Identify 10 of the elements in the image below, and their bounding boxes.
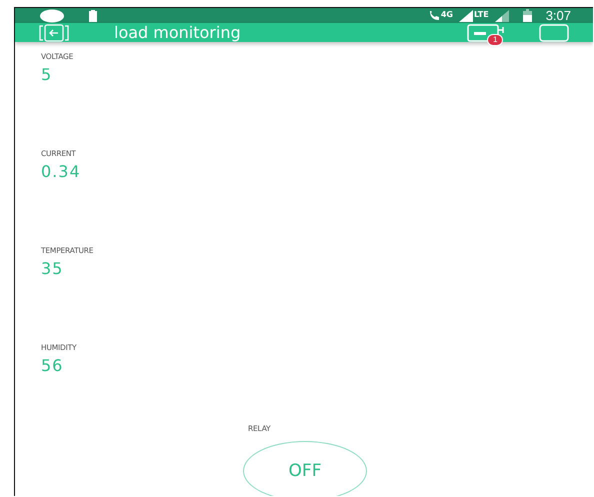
display-value: 56 xyxy=(41,356,64,375)
display-value: 5 xyxy=(41,65,54,84)
network-label: LTE xyxy=(474,10,489,19)
network-label: 4G xyxy=(440,10,453,19)
display-value: 35 xyxy=(41,259,64,278)
notification-badge: 1 xyxy=(487,34,504,46)
app-title: load monitoring xyxy=(114,23,241,42)
clock: 3:07 xyxy=(546,8,571,23)
relay-button[interactable]: OFF xyxy=(243,441,367,496)
display-value: 0.34 xyxy=(41,162,82,181)
